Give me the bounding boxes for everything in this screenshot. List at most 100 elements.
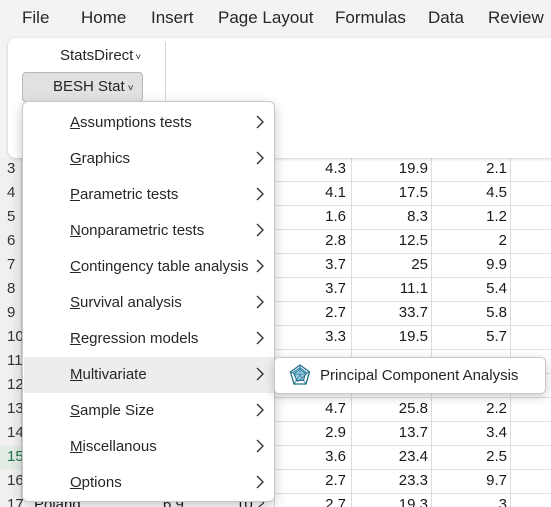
table-cell[interactable]: 4.3 <box>280 160 346 177</box>
menu-item-options[interactable]: Options <box>24 465 274 501</box>
submenu-item-label: Principal Component Analysis <box>320 367 519 384</box>
menu-item-sample-size[interactable]: Sample Size <box>24 393 274 429</box>
tab-home[interactable]: Home <box>81 8 126 28</box>
row-header[interactable]: 9 <box>0 302 22 326</box>
table-cell[interactable]: 13.7 <box>352 424 428 441</box>
table-cell[interactable]: 3 <box>434 496 507 507</box>
besh-stat-button[interactable]: BESH Stat ˅ <box>22 72 143 102</box>
row-header[interactable]: 16 <box>0 470 24 494</box>
menu-item-label: Contingency table analysis <box>70 258 248 275</box>
table-cell[interactable]: 23.4 <box>352 448 428 465</box>
table-cell[interactable]: 2 <box>434 232 507 249</box>
menu-item-text: raphics <box>81 150 131 167</box>
row-header[interactable]: 4 <box>0 182 22 206</box>
table-cell[interactable]: 4.7 <box>280 400 346 417</box>
menu-item-label: Graphics <box>70 150 130 167</box>
accelerator-key: M <box>70 366 83 383</box>
table-cell[interactable]: 3.7 <box>280 256 346 273</box>
table-cell[interactable]: 23.3 <box>352 472 428 489</box>
table-cell[interactable]: 19.3 <box>352 496 428 507</box>
menu-item-contingency-table-analysis[interactable]: Contingency table analysis <box>24 249 274 285</box>
table-cell[interactable]: 1.2 <box>434 208 507 225</box>
row-header[interactable]: 17 <box>0 494 24 507</box>
table-cell[interactable]: 2.5 <box>434 448 507 465</box>
table-cell[interactable]: 17.5 <box>352 184 428 201</box>
table-cell[interactable]: 4.5 <box>434 184 507 201</box>
table-cell[interactable]: 25 <box>352 256 428 273</box>
menu-item-survival-analysis[interactable]: Survival analysis <box>24 285 274 321</box>
tab-data[interactable]: Data <box>428 8 464 28</box>
row-header[interactable]: 7 <box>0 254 22 278</box>
menu-item-nonparametric-tests[interactable]: Nonparametric tests <box>24 213 274 249</box>
row-header[interactable]: 6 <box>0 230 22 254</box>
table-cell[interactable]: 25.8 <box>352 400 428 417</box>
statsdirect-label: StatsDirect <box>60 47 134 64</box>
menu-item-assumptions-tests[interactable]: Assumptions tests <box>24 105 274 141</box>
menu-item-parametric-tests[interactable]: Parametric tests <box>24 177 274 213</box>
table-cell[interactable]: 2.7 <box>280 304 346 321</box>
table-cell[interactable]: 5.8 <box>434 304 507 321</box>
table-cell[interactable]: 2.2 <box>434 400 507 417</box>
menu-item-text: ptions <box>81 474 122 491</box>
table-cell[interactable]: 4.1 <box>280 184 346 201</box>
tab-formulas[interactable]: Formulas <box>335 8 406 28</box>
chevron-right-icon <box>256 367 264 381</box>
accelerator-key: M <box>70 438 83 455</box>
chevron-right-icon <box>256 223 264 237</box>
tab-file[interactable]: File <box>22 8 49 28</box>
table-cell[interactable]: 3.7 <box>280 280 346 297</box>
accelerator-key: S <box>70 402 81 419</box>
table-cell[interactable]: 9.9 <box>434 256 507 273</box>
accelerator-key: C <box>70 258 81 275</box>
menu-item-text: ultivariate <box>82 366 147 383</box>
row-header[interactable]: 8 <box>0 278 22 302</box>
ribbon-separator <box>165 42 166 102</box>
menu-item-text: onparametric tests <box>80 222 205 239</box>
menu-item-text: iscellanous <box>82 438 157 455</box>
menu-item-miscellanous[interactable]: Miscellanous <box>24 429 274 465</box>
menu-item-regression-models[interactable]: Regression models <box>24 321 274 357</box>
table-cell[interactable]: 8.3 <box>352 208 428 225</box>
table-cell[interactable]: 9.7 <box>434 472 507 489</box>
table-cell[interactable]: 3.6 <box>280 448 346 465</box>
table-cell[interactable]: 2.7 <box>280 472 346 489</box>
radar-chart-icon <box>289 364 311 385</box>
row-header[interactable]: 3 <box>0 158 22 182</box>
accelerator-key: O <box>70 474 82 491</box>
menu-item-multivariate[interactable]: Multivariate <box>24 357 274 393</box>
statsdirect-dropdown[interactable]: StatsDirect ˅ <box>60 47 141 64</box>
accelerator-key: S <box>70 294 81 311</box>
menu-item-label: Options <box>70 474 122 491</box>
row-header[interactable]: 10 <box>0 326 24 350</box>
chevron-right-icon <box>256 439 264 453</box>
table-cell[interactable]: 12.5 <box>352 232 428 249</box>
table-cell[interactable]: 5.4 <box>434 280 507 297</box>
chevron-right-icon <box>256 331 264 345</box>
table-cell[interactable]: 19.5 <box>352 328 428 345</box>
table-cell[interactable]: 1.6 <box>280 208 346 225</box>
tab-review[interactable]: Review <box>488 8 544 28</box>
row-header[interactable]: 15 <box>0 446 24 470</box>
row-header[interactable]: 13 <box>0 398 24 422</box>
table-cell[interactable]: 33.7 <box>352 304 428 321</box>
chevron-right-icon <box>256 475 264 489</box>
menu-item-principal-component-analysis[interactable]: Principal Component Analysis <box>275 358 545 393</box>
row-header[interactable]: 5 <box>0 206 22 230</box>
table-cell[interactable]: 3.4 <box>434 424 507 441</box>
table-cell[interactable]: 2.7 <box>280 496 346 507</box>
row-header[interactable]: 12 <box>0 374 24 398</box>
table-cell[interactable]: 2.8 <box>280 232 346 249</box>
row-header[interactable]: 11 <box>0 350 23 374</box>
chevron-down-icon: ˅ <box>127 83 134 94</box>
table-cell[interactable]: 5.7 <box>434 328 507 345</box>
table-cell[interactable]: 11.1 <box>352 280 428 297</box>
tab-insert[interactable]: Insert <box>151 8 194 28</box>
menu-item-text: arametric tests <box>80 186 179 203</box>
tab-page-layout[interactable]: Page Layout <box>218 8 313 28</box>
table-cell[interactable]: 2.1 <box>434 160 507 177</box>
table-cell[interactable]: 2.9 <box>280 424 346 441</box>
table-cell[interactable]: 3.3 <box>280 328 346 345</box>
row-header[interactable]: 14 <box>0 422 24 446</box>
table-cell[interactable]: 19.9 <box>352 160 428 177</box>
menu-item-graphics[interactable]: Graphics <box>24 141 274 177</box>
